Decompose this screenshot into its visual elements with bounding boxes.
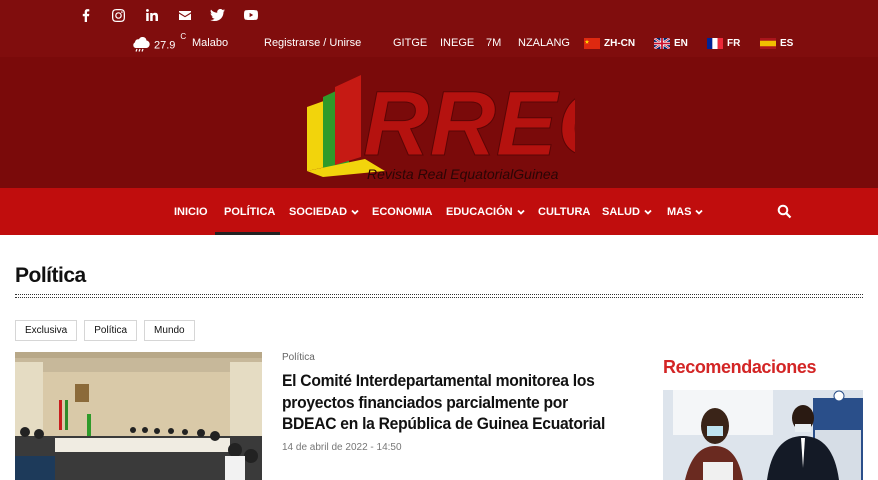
link-nzalang[interactable]: NZALANG [518,37,570,49]
nav-sociedad[interactable]: SOCIEDAD [289,206,359,218]
link-inege[interactable]: INEGE [440,37,474,49]
logo-text: RREG [363,73,575,175]
lang-es[interactable]: ES [760,38,793,49]
lang-en[interactable]: EN [654,38,688,49]
active-nav-indicator [215,232,280,235]
mail-icon[interactable] [175,6,194,24]
recommendations-heading: Recomendaciones [663,357,817,377]
chevron-down-icon [516,209,525,215]
search-icon[interactable] [777,204,792,224]
tag-politica[interactable]: Política [84,320,138,341]
article-title[interactable]: El Comité Interdepartamental monitorea l… [282,370,622,435]
site-logo[interactable]: RREG Revista Real EquatorialGuinea [305,67,575,185]
nav-inicio[interactable]: INICIO [174,206,208,218]
youtube-icon[interactable] [241,6,260,24]
instagram-icon[interactable] [109,6,128,24]
tag-exclusiva[interactable]: Exclusiva [15,320,78,341]
page-title: Política [15,264,86,287]
spain-flag-icon [760,38,776,49]
nav-salud[interactable]: SALUD [602,206,652,218]
uk-flag-icon [654,38,670,49]
site-header: RREG Revista Real EquatorialGuinea [0,57,878,188]
title-divider [15,294,863,298]
china-flag-icon [584,38,600,49]
tag-list: Exclusiva Política Mundo [15,320,195,341]
top-bar: 27.9C Malabo Registrarse / Unirse GITGE … [0,0,878,57]
lang-fr[interactable]: FR [707,38,740,49]
recommendation-image[interactable] [663,390,863,480]
article-thumbnail[interactable] [15,352,262,480]
facebook-icon[interactable] [76,6,95,24]
logo-tagline: Revista Real EquatorialGuinea [367,166,559,182]
twitter-icon[interactable] [208,6,227,24]
article-date: 14 de abril de 2022 - 14:50 [282,442,402,453]
chevron-down-icon [644,209,652,215]
register-link[interactable]: Registrarse / Unirse [264,37,361,49]
tag-mundo[interactable]: Mundo [144,320,195,341]
link-gitge[interactable]: GITGE [393,37,427,49]
lang-zh-cn[interactable]: ZH-CN [584,38,635,49]
chevron-down-icon [351,209,359,215]
nav-educacion[interactable]: EDUCACIÓN [446,206,525,218]
link-7m[interactable]: 7M [486,37,501,49]
rain-cloud-icon [131,34,151,55]
social-links [76,6,260,24]
chevron-down-icon [695,209,704,215]
utility-bar: 27.9C Malabo Registrarse / Unirse GITGE … [0,32,878,55]
nav-mas[interactable]: MAS [667,206,704,218]
city-name: Malabo [192,37,229,49]
article-category[interactable]: Política [282,352,315,363]
france-flag-icon [707,38,723,49]
temperature: 27.9C [154,32,187,52]
nav-politica[interactable]: POLÍTICA [224,206,275,218]
nav-economia[interactable]: ECONOMIA [372,206,433,218]
linkedin-icon[interactable] [142,6,161,24]
main-nav: INICIO POLÍTICA SOCIEDAD ECONOMIA EDUCAC… [0,188,878,235]
nav-cultura[interactable]: CULTURA [538,206,590,218]
